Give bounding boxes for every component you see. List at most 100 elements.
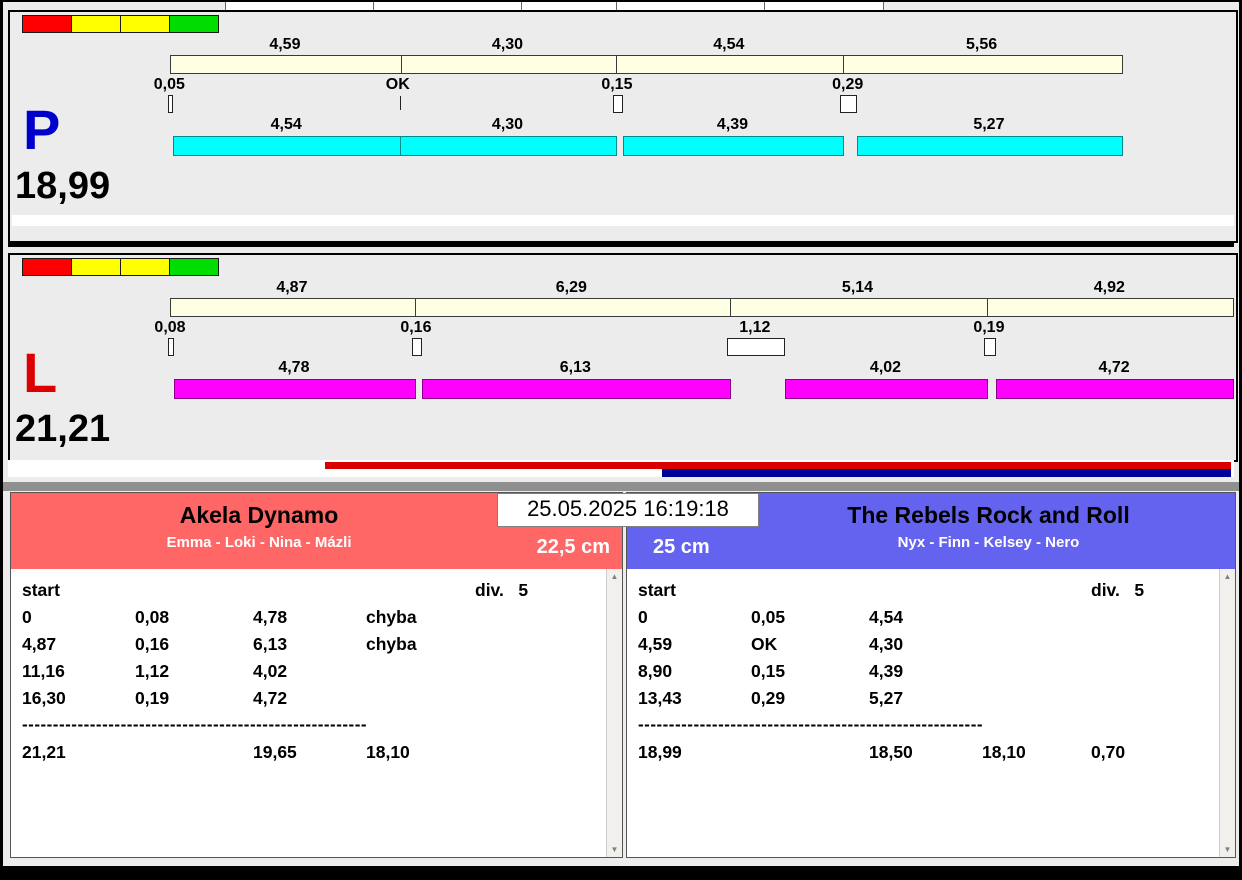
table-cell: 18,10 [982,742,1026,762]
table-separator: ----------------------------------------… [638,715,984,734]
status-light [120,258,170,276]
lane-panel-right: 4,59 4,30 4,54 5,56 0,05 OK 0,15 0,29 4,54 4,30 4,… [8,10,1238,243]
split-divider [414,299,416,316]
split-time-label: 6,29 [555,279,587,296]
changeover-time-box [984,338,996,356]
table-cell: 0,15 [751,661,786,681]
scrollbar[interactable]: ▲ ▼ [1219,569,1235,857]
table-cell: 0 [638,607,648,627]
table-cell: 4,30 [869,634,904,654]
changeover-time-label: 0,08 [154,319,186,336]
table-row: start div. 5 [14,580,604,607]
lane-total-time: 18,99 [15,165,111,207]
table-cell: 4,78 [253,607,288,627]
table-cell: 4,59 [638,634,673,654]
table-row: 4,87 0,16 6,13 chyba [14,634,604,661]
clean-time-bar [421,379,731,399]
bars-track: 4,59 4,30 4,54 5,56 0,05 OK 0,15 0,29 4,54 4,30 4,… [154,36,1232,168]
app-window: 4,59 4,30 4,54 5,56 0,05 OK 0,15 0,29 4,54 4,30 4,… [3,2,1239,866]
scroll-down-icon[interactable]: ▼ [1220,845,1235,854]
status-light [71,258,121,276]
table-cell: 0,16 [135,634,170,654]
clean-time-label: 4,02 [869,359,902,376]
status-light [120,15,170,33]
table-row: start div. 5 [630,580,1217,607]
scrollbar[interactable]: ▲ ▼ [606,569,622,857]
table-cell: 1,12 [135,661,170,681]
timestamp: 25.05.2025 16:19:18 [497,493,759,527]
lane-letter: L [23,341,58,404]
split-divider [843,56,845,73]
table-totals-row: 18,99 18,50 18,10 0,70 [630,742,1217,769]
table-separator: ----------------------------------------… [22,715,368,734]
changeover-time-label: 0,16 [400,319,432,336]
split-time-label: 4,30 [491,36,524,53]
table-row: 13,43 0,29 5,27 [630,688,1217,715]
table-cell: 4,02 [253,661,288,681]
bars-track: 4,87 6,29 5,14 4,92 0,08 0,16 1,12 0,19 4,78 6,13… [154,279,1235,411]
team-members: Emma - Loki - Nina - Mázli [166,534,352,551]
result-table: start div. 5 0 0,08 4,78 chyba 4,87 0,16 6,13 chy… [11,569,622,857]
table-row: 11,16 1,12 4,02 [14,661,604,688]
changeover-time-box [168,95,173,113]
clean-time-bar [857,136,1123,156]
team-panel-right: The Rebels Rock and Roll Nyx - Finn - Ke… [626,492,1236,858]
team-panel-left: Akela Dynamo Emma - Loki - Nina - Mázli … [10,492,623,858]
table-cell: 19,65 [253,742,297,762]
table-cell: 4,72 [253,688,288,708]
split-time-label: 4,54 [713,36,745,53]
table-cell: 8,90 [638,661,673,681]
table-cell: 0,08 [135,607,170,627]
table-row: 0 0,05 4,54 [630,607,1217,634]
clean-time-label: 4,78 [278,359,310,376]
table-cell: 4,54 [869,607,904,627]
table-totals-row: 21,21 19,65 18,10 [14,742,604,769]
split-divider [616,56,618,73]
scroll-up-icon[interactable]: ▲ [1220,572,1235,581]
split-divider [729,299,731,316]
status-light [169,258,219,276]
jump-height-label: 25 cm [653,536,710,558]
table-cell: 0,19 [135,688,170,708]
split-time-bar [170,55,1123,74]
scroll-down-icon[interactable]: ▼ [607,845,622,854]
changeover-time-label: OK [385,76,410,93]
lane-letter: P [23,98,61,161]
table-cell: 11,16 [22,661,65,681]
status-light [22,258,72,276]
red-progress-bar [325,462,1231,469]
table-cell: 4,87 [22,634,57,654]
changeover-time-label: 0,29 [832,76,864,93]
clean-time-label: 4,30 [491,116,524,133]
table-cell: 0,70 [1091,742,1126,762]
table-row: 4,59 OK 4,30 [630,634,1217,661]
table-cell: start [22,580,60,600]
split-time-label: 5,14 [841,279,874,296]
clean-time-bar [622,136,845,156]
table-cell: 5,27 [869,688,904,708]
scroll-up-icon[interactable]: ▲ [607,572,622,581]
table-row: 0 0,08 4,78 chyba [14,607,604,634]
panel-divider [8,242,1234,247]
changeover-time-box [168,338,174,356]
status-light [169,15,219,33]
changeover-time-label: 0,15 [601,76,633,93]
changeover-time-label: 0,05 [153,76,185,93]
status-lights [22,15,219,33]
table-cell: 18,99 [638,742,682,762]
split-time-label: 4,87 [276,279,308,296]
table-rows: start div. 5 0 0,05 4,54 4,59 OK 4,30 8,90 0,15 4,… [630,580,1217,769]
table-cell: 21,21 [22,742,66,762]
jump-height-label: 22,5 cm [536,536,610,558]
progress-strip [8,460,1234,477]
lane-total-time: 21,21 [15,408,111,450]
result-table: start div. 5 0 0,05 4,54 4,59 OK 4,30 8,90 0,15 4,… [627,569,1235,857]
changeover-time-box [840,95,857,113]
panel-strip [12,215,1234,226]
clean-time-label: 4,39 [716,116,749,133]
table-cell: chyba [366,634,417,654]
changeover-time-label: 1,12 [739,319,771,336]
split-time-label: 5,56 [966,36,998,53]
table-row: 16,30 0,19 4,72 [14,688,604,715]
clean-time-bar [399,136,618,156]
